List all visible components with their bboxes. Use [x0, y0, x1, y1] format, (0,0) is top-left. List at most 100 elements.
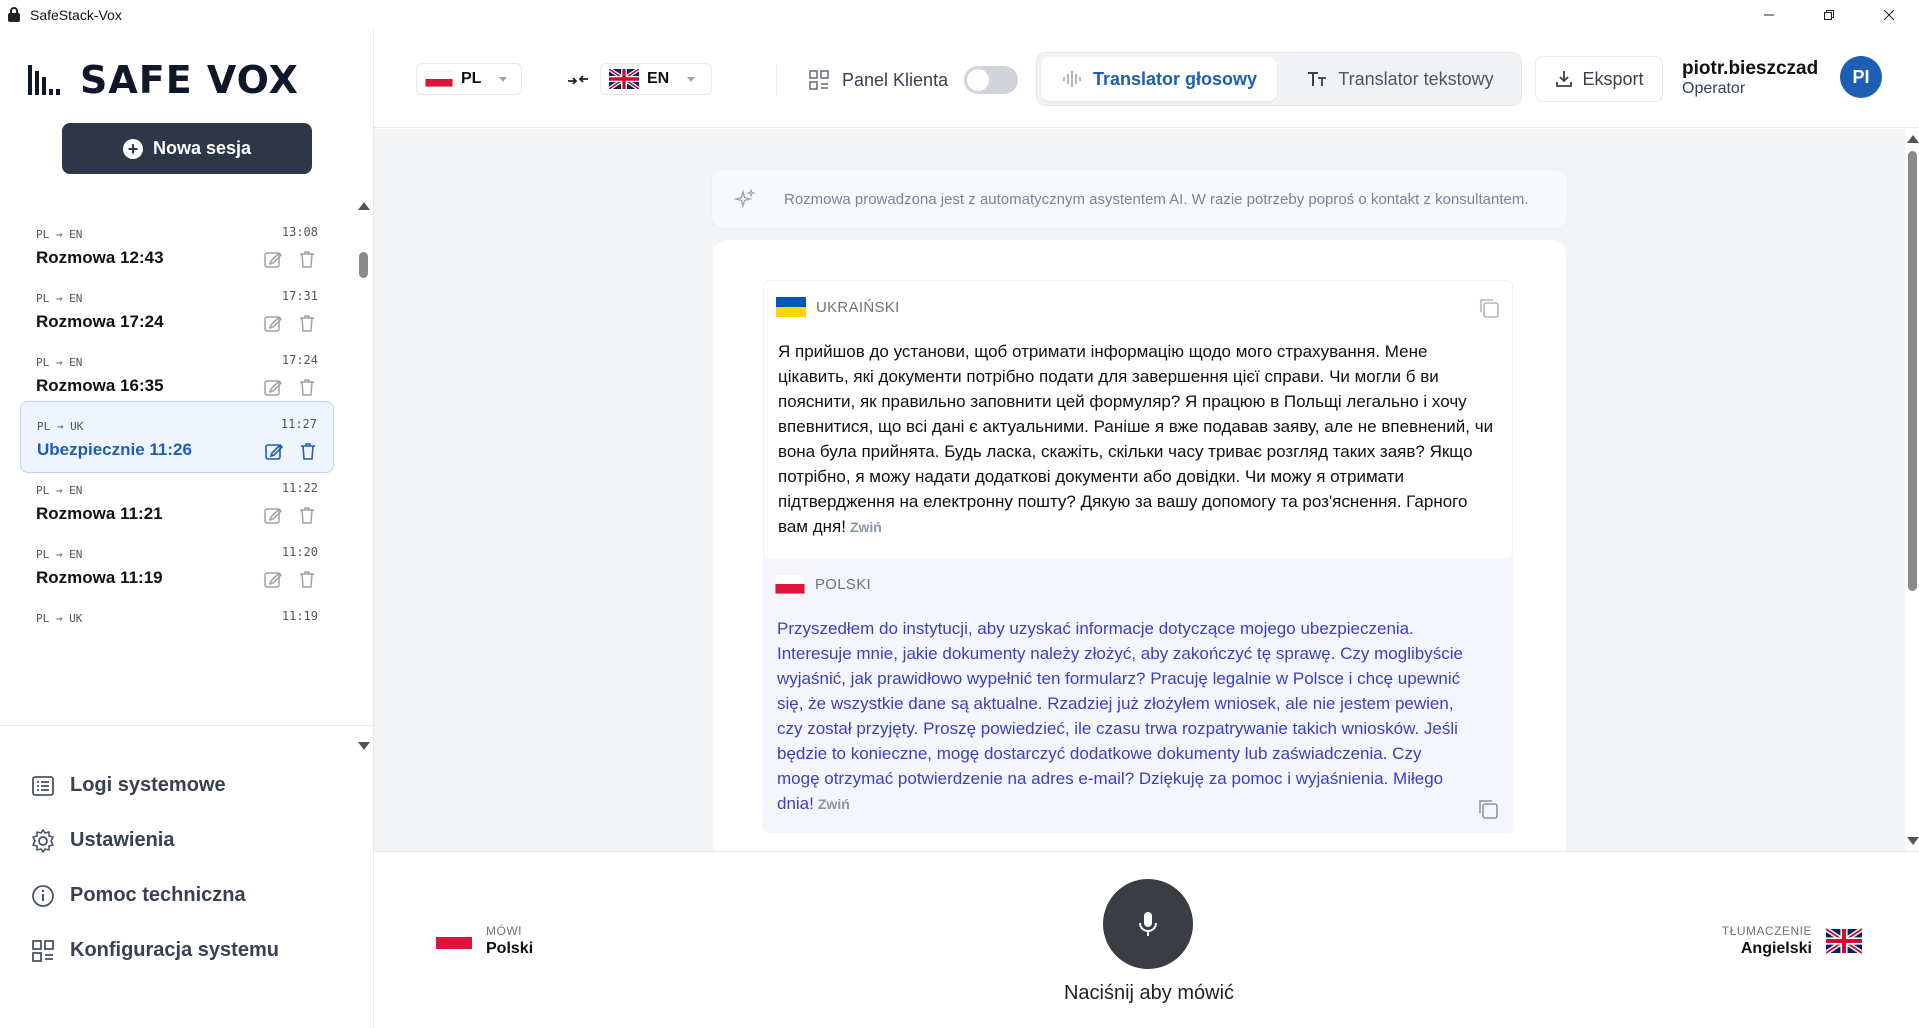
nav-label: Pomoc techniczna [70, 884, 246, 906]
session-time: 11:20 [281, 545, 318, 559]
close-button[interactable] [1859, 0, 1919, 30]
avatar[interactable]: PI [1840, 56, 1882, 98]
tab-text-translator[interactable]: Translator tekstowy [1281, 57, 1519, 101]
trash-icon[interactable] [296, 312, 318, 334]
ai-notice-banner: Rozmowa prowadzona jest z automatycznym … [711, 169, 1568, 229]
microphone-button[interactable] [1103, 879, 1193, 969]
session-name: Rozmowa 11:21 [36, 504, 163, 523]
speaker-language-name: Polski [486, 940, 534, 957]
session-langs: PL → UK [37, 420, 84, 433]
source-language-select[interactable]: PL [416, 63, 522, 95]
export-label: Eksport [1582, 68, 1644, 89]
session-langs: PL → EN [36, 292, 83, 305]
tab-voice-label: Translator głosowy [1092, 68, 1258, 89]
scroll-thumb[interactable] [359, 252, 368, 278]
swap-languages-icon[interactable] [564, 66, 592, 94]
edit-icon[interactable] [263, 440, 285, 462]
session-item[interactable]: PL → EN 11:20 Rozmowa 11:19 [20, 530, 334, 602]
session-langs: PL → EN [36, 228, 83, 241]
microphone-icon [1139, 912, 1157, 936]
nav-label: Logi systemowe [70, 774, 226, 796]
session-name: Rozmowa 12:43 [36, 248, 164, 267]
conversation-area[interactable]: Rozmowa prowadzona jest z automatycznym … [374, 129, 1905, 851]
source-language-name: UKRAIŃSKI [816, 298, 900, 316]
session-langs: PL → EN [36, 356, 83, 369]
copy-icon[interactable] [1475, 796, 1501, 822]
flag-pl-icon [436, 933, 472, 949]
brand-name: SAFE VOX [80, 58, 299, 102]
sidebar-divider [0, 725, 374, 726]
session-name: Rozmowa 17:24 [36, 312, 164, 331]
top-header: PL EN Panel Klienta Translator głosowy T… [374, 30, 1919, 128]
session-item[interactable]: PL → EN 11:22 Rozmowa 11:21 [20, 466, 334, 538]
session-name: Rozmowa 11:19 [36, 568, 163, 587]
restore-icon [1824, 10, 1834, 20]
edit-icon[interactable] [262, 376, 284, 398]
speaker-caption: MÓWI [486, 924, 522, 938]
trash-icon[interactable] [296, 568, 318, 590]
waveform-logo-icon [28, 65, 60, 95]
trash-icon[interactable] [296, 248, 318, 270]
push-to-talk-label: Naciśnij aby mówić [1063, 982, 1235, 1004]
speaker-language: MÓWI Polski [436, 924, 533, 958]
download-icon [1556, 71, 1573, 87]
session-time: 11:27 [280, 417, 317, 431]
session-list-scrollbar[interactable] [356, 180, 370, 750]
minimize-button[interactable] [1739, 0, 1799, 30]
nav-label: Ustawienia [70, 829, 175, 851]
source-language-code: PL [461, 70, 482, 87]
user-name: piotr.bieszczad [1682, 58, 1819, 79]
conversation-card: UKRAIŃSKI Я прийшов до установи, щоб отр… [713, 240, 1566, 851]
plus-icon: + [122, 138, 143, 159]
translation-language-header: POLSKI [775, 574, 871, 594]
info-icon [32, 884, 54, 907]
edit-icon[interactable] [262, 312, 284, 334]
session-item[interactable]: PL → UK 11:19 [20, 594, 334, 666]
export-button[interactable]: Eksport [1535, 56, 1663, 102]
session-list[interactable]: PL → EN 13:08 Rozmowa 12:43 PL → EN 17:3… [0, 210, 374, 725]
window-titlebar: SafeStack-Vox [0, 0, 1919, 30]
nav-item-support[interactable]: Pomoc techniczna [30, 868, 279, 923]
flag-ua-icon [776, 297, 806, 317]
copy-icon[interactable] [1476, 295, 1502, 321]
collapse-link[interactable]: Zwiń [850, 519, 882, 535]
voice-control-bar: MÓWI Polski Naciśnij aby mówić TŁUMACZEN… [374, 851, 1919, 1028]
app-lock-icon [8, 7, 20, 22]
flag-uk-icon [1826, 928, 1862, 954]
session-item-active[interactable]: PL → UK 11:27 Ubezpiecznie 11:26 [20, 401, 334, 473]
scroll-thumb[interactable] [1908, 151, 1917, 591]
tab-voice-translator[interactable]: Translator głosowy [1041, 57, 1277, 101]
trash-icon[interactable] [297, 440, 319, 462]
panel-klienta-label: Panel Klienta [842, 69, 949, 90]
panel-klienta-control: Panel Klienta [808, 66, 1019, 94]
flag-pl-icon [425, 71, 453, 87]
toggle-knob [967, 69, 990, 91]
scroll-up-arrow[interactable] [358, 202, 370, 210]
collapse-link[interactable]: Zwiń [818, 796, 850, 812]
conversation-scrollbar[interactable] [1905, 129, 1919, 851]
translation-caption: TŁUMACZENIE [1721, 924, 1812, 938]
new-session-button[interactable]: + Nowa sesja [62, 123, 312, 174]
nav-item-config[interactable]: Konfiguracja systemu [30, 923, 279, 978]
nav-item-settings[interactable]: Ustawienia [30, 813, 279, 868]
sidebar: SAFE VOX + Nowa sesja PL → EN 13:08 Rozm… [0, 30, 374, 1028]
session-item[interactable]: PL → EN 13:08 Rozmowa 12:43 [20, 210, 334, 282]
nav-item-logs[interactable]: Logi systemowe [30, 758, 279, 813]
sparkles-icon [734, 188, 756, 209]
scroll-down-arrow[interactable] [1907, 837, 1919, 845]
target-language-select[interactable]: EN [600, 63, 712, 95]
trash-icon[interactable] [296, 504, 318, 526]
session-item[interactable]: PL → EN 17:31 Rozmowa 17:24 [20, 274, 334, 346]
scroll-down-arrow[interactable] [358, 742, 370, 750]
edit-icon[interactable] [262, 568, 284, 590]
edit-icon[interactable] [262, 248, 284, 270]
session-time: 17:24 [281, 353, 318, 367]
list-icon [32, 775, 54, 796]
session-item[interactable]: PL → EN 17:24 Rozmowa 16:35 [20, 338, 334, 410]
restore-button[interactable] [1799, 0, 1859, 30]
session-langs: PL → EN [36, 548, 83, 561]
scroll-up-arrow[interactable] [1907, 135, 1919, 143]
panel-klienta-toggle[interactable] [964, 66, 1019, 94]
trash-icon[interactable] [296, 376, 318, 398]
edit-icon[interactable] [262, 504, 284, 526]
